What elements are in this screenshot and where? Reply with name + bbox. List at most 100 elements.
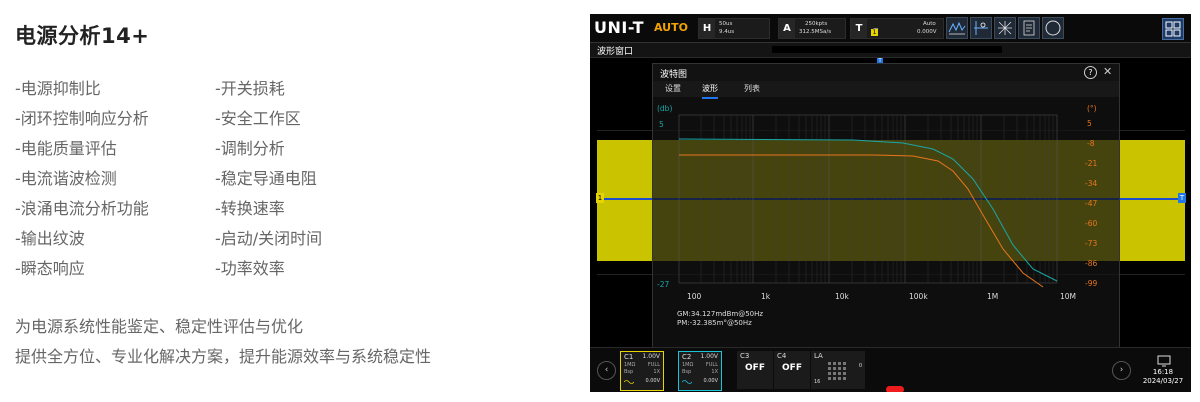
trigger-mode: Auto: [923, 21, 936, 27]
freq-tick-label: 100k: [909, 292, 928, 301]
help-icon[interactable]: ?: [1084, 66, 1097, 79]
timebase-value: 50us: [719, 21, 733, 27]
phase-curve: [679, 154, 1044, 288]
feature-item: -调制分析: [215, 139, 285, 158]
document-icon[interactable]: [1018, 17, 1040, 39]
channel1-marker[interactable]: 1: [596, 193, 604, 203]
feature-panel: 电源分析14+ -电源抑制比 -闭环控制响应分析 -电能质量评估 -电流谐波检测…: [0, 0, 580, 402]
phase-tick-label: -86: [1085, 259, 1098, 268]
acquire-key: A: [779, 19, 795, 38]
channel-impedance: 1MΩ: [682, 362, 694, 368]
horizontal-key: H: [699, 19, 715, 38]
channel-offset: 0.00V: [703, 378, 718, 384]
top-status-bar: UNI-T AUTO H 50us 9.4us A 250kpts 312.5M…: [590, 14, 1191, 43]
description-line: 提供全方位、专业化解决方案，提升能源效率与系统稳定性: [15, 347, 432, 366]
freq-tick-label: 1k: [761, 292, 771, 301]
feature-item: -浪涌电流分析功能: [15, 199, 149, 218]
measure-icon[interactable]: [994, 17, 1016, 39]
tab-settings[interactable]: 设置: [665, 83, 681, 97]
freq-tick-label: 10k: [835, 292, 849, 301]
channel-name: C3: [740, 352, 750, 360]
horizontal-settings[interactable]: H 50us 9.4us: [698, 18, 770, 39]
rising-edge-icon: [871, 20, 878, 35]
channel-offset: 0.00V: [645, 378, 660, 384]
waveform-window-bar: 波形窗口: [590, 43, 1191, 58]
dialog-header: 波特图 ? ✕: [653, 64, 1119, 81]
channel-probe: 1X: [711, 369, 718, 375]
channel-scale: 1.00V: [642, 353, 660, 360]
channel-impedance: 1MΩ: [624, 362, 636, 368]
channel-bandwidth: FULL: [647, 362, 660, 368]
page-title: 电源分析14+: [15, 24, 150, 48]
phase-axis-unit: (°): [1087, 104, 1097, 113]
gain-margin-text: GM:34.127mdBm@50Hz: [677, 310, 764, 318]
trigger-settings[interactable]: T 1 Auto 0.000V: [850, 18, 944, 39]
feature-item: -输出纹波: [15, 229, 85, 248]
phase-tick-label: -34: [1085, 179, 1098, 188]
feature-item: -电能质量评估: [15, 139, 117, 158]
feature-item: -安全工作区: [215, 109, 301, 128]
channel-name: C1: [624, 353, 634, 361]
margin-readout: GM:34.127mdBm@50Hz PM:-32.385m°@50Hz: [677, 310, 763, 328]
run-mode-label[interactable]: AUTO: [654, 21, 688, 34]
waveform-scroll-bar[interactable]: [772, 46, 1002, 53]
phase-margin-text: PM:-32.385m°@50Hz: [677, 319, 752, 327]
trigger-level: 0.000V: [917, 29, 937, 35]
logic-analyzer-panel[interactable]: LA 0 16: [811, 351, 865, 389]
trigger-key: T: [851, 19, 867, 38]
logic-count: 0: [858, 363, 862, 369]
sample-rate: 312.5MSa/s: [799, 29, 832, 35]
feature-item: -瞬态响应: [15, 259, 85, 278]
channel-1-panel[interactable]: C1 1.00V 1MΩ FULL Bsp 1X 0.00V: [620, 351, 664, 391]
channel-scale: 1.00V: [700, 353, 718, 360]
clock-time: 16:18: [1152, 368, 1174, 376]
bode-plot-dialog: 波特图 ? ✕ 设置 波形 列表 (db) 5 -27 (°) 5 -8 -21…: [652, 63, 1120, 348]
channel-4-panel[interactable]: C4 OFF: [774, 351, 810, 389]
scroll-left-icon[interactable]: ‹: [597, 361, 616, 380]
gain-tick-label: -27: [657, 280, 670, 289]
freq-tick-label: 10M: [1060, 292, 1077, 301]
waveform-window-title: 波形窗口: [597, 47, 634, 57]
clock-date: 2024/03/27: [1142, 377, 1184, 385]
close-icon[interactable]: ✕: [1103, 65, 1112, 78]
layout-grid-icon[interactable]: [1162, 18, 1184, 40]
gain-tick-label: 5: [659, 120, 664, 129]
channel-status: OFF: [745, 363, 765, 373]
dialog-tabs: 设置 波形 列表: [653, 81, 1119, 99]
scroll-right-icon[interactable]: ›: [1112, 361, 1131, 380]
tab-list[interactable]: 列表: [744, 83, 760, 97]
waveform-icon[interactable]: [946, 17, 968, 39]
acquire-settings[interactable]: A 250kpts 312.5MSa/s: [778, 18, 846, 39]
phase-tick-label: -47: [1085, 199, 1098, 208]
feature-item: -转换速率: [215, 199, 285, 218]
phase-tick-label: -8: [1087, 139, 1095, 148]
gain-curve: [678, 138, 1058, 282]
trigger-level-marker[interactable]: T: [1178, 193, 1186, 203]
phase-tick-label: 5: [1087, 119, 1092, 128]
gain-axis-unit: (db): [657, 104, 673, 113]
bottom-channel-bar: ‹ C1 1.00V 1MΩ FULL Bsp 1X 0.00V C2 1.00…: [590, 347, 1191, 392]
trigger-source-badge: 1: [871, 29, 878, 36]
phase-tick-label: -73: [1085, 239, 1098, 248]
channel-name: C2: [682, 353, 692, 361]
feature-item: -稳定导通电阻: [215, 169, 317, 188]
channel-name: LA: [814, 352, 823, 360]
feature-item: -功率效率: [215, 259, 285, 278]
phase-tick-label: -21: [1085, 159, 1098, 168]
feature-item: -电源抑制比: [15, 79, 101, 98]
screenshot-icon[interactable]: [1157, 352, 1171, 367]
cursor-icon[interactable]: [970, 17, 992, 39]
feature-item: -开关损耗: [215, 79, 285, 98]
channel-2-panel[interactable]: C2 1.00V 1MΩ FULL Bsp 1X 0.00V: [678, 351, 722, 391]
feature-item: -电流谐波检测: [15, 169, 117, 188]
feature-item: -闭环控制响应分析: [15, 109, 149, 128]
feature-item: -启动/关闭时间: [215, 229, 323, 248]
bode-grid: [678, 114, 1058, 284]
channel-3-panel[interactable]: C3 OFF: [737, 351, 773, 389]
circle-button-icon[interactable]: [1042, 17, 1064, 39]
page-indicator: [886, 386, 904, 392]
dialog-title: 波特图: [660, 70, 688, 80]
logic-grid-icon: [827, 361, 849, 383]
logic-sub: 16: [814, 379, 821, 385]
freq-tick-label: 1M: [987, 292, 999, 301]
